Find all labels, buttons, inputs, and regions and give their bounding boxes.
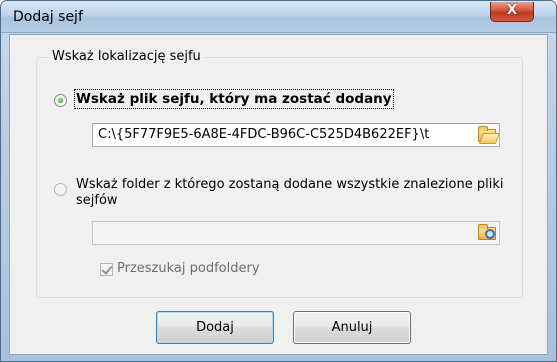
subfolders-label[interactable]: Przeszukaj podfoldery [117, 261, 260, 277]
dialog-body: Wskaż lokalizację sejfu Wskaż plik sejfu… [9, 34, 548, 355]
location-groupbox: Wskaż lokalizację sejfu Wskaż plik sejfu… [36, 49, 523, 298]
open-folder-icon [478, 126, 496, 142]
subfolders-checkbox[interactable] [100, 263, 113, 276]
search-folder-icon [478, 224, 496, 240]
file-option-radio[interactable] [54, 94, 67, 107]
folder-option-label[interactable]: Wskaż folder z którego zostaną dodane ws… [76, 177, 516, 209]
cancel-button[interactable]: Anuluj [293, 311, 411, 344]
window-title: Dodaj sejf [13, 9, 83, 25]
folder-path-input[interactable] [92, 221, 500, 245]
title-bar[interactable]: Dodaj sejf X [1, 1, 556, 33]
file-option-label[interactable]: Wskaż plik sejfu, który ma zostać dodany [74, 89, 394, 109]
close-button[interactable]: X [490, 2, 534, 22]
browse-folder-button[interactable] [474, 222, 500, 244]
groupbox-legend: Wskaż lokalizację sejfu [49, 49, 204, 64]
file-path-input[interactable]: C:\{5F77F9E5-6A8E-4FDC-B96C-C525D4B622EF… [92, 123, 500, 147]
add-button[interactable]: Dodaj [156, 311, 274, 344]
browse-file-button[interactable] [474, 124, 500, 146]
dialog-window: Dodaj sejf X Wskaż lokalizację sejfu Wsk… [0, 0, 557, 362]
folder-option-radio[interactable] [54, 183, 67, 196]
